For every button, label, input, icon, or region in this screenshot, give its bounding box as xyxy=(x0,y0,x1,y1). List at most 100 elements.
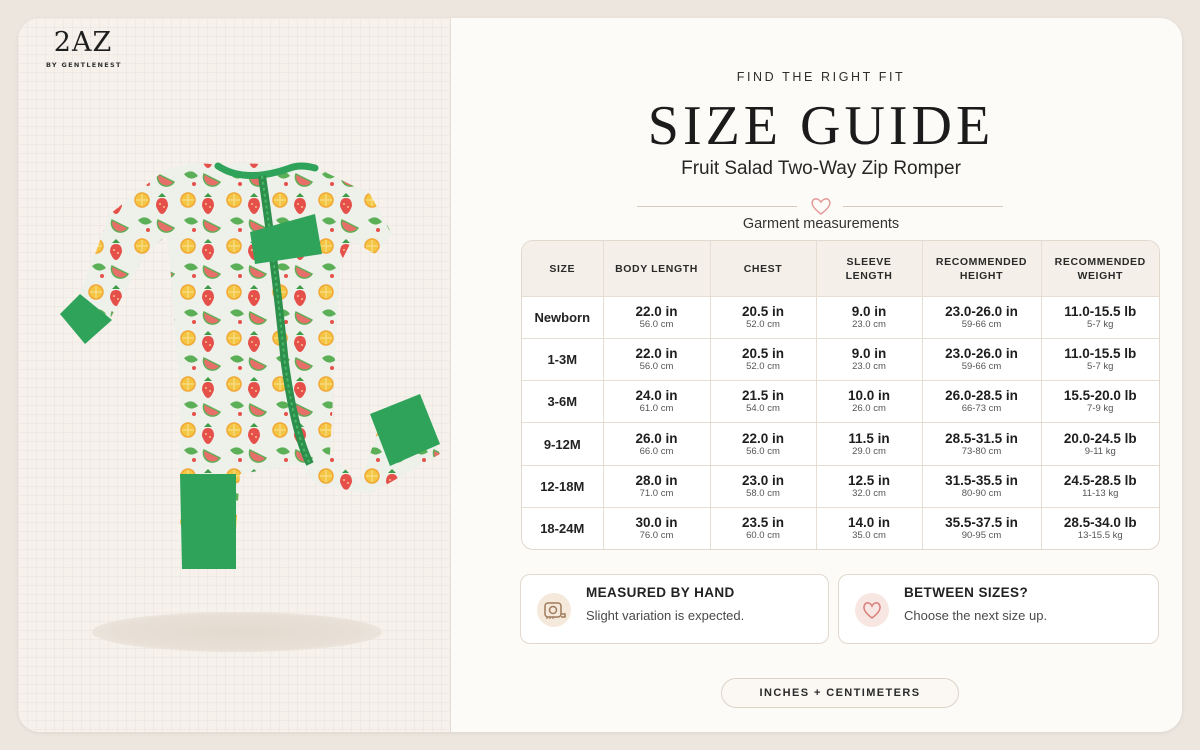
size-guide-panel: FIND THE RIGHT FIT SIZE GUIDE Fruit Sala… xyxy=(451,18,1182,732)
romper-image xyxy=(60,162,440,569)
chest-cell: 21.5 in 54.0 cm xyxy=(710,380,817,423)
weight-cell: 11.0-15.5 lb 5-7 kg xyxy=(1041,338,1159,381)
header-sleeve-length: SLEEVE LENGTH xyxy=(816,241,923,297)
cm-value: 52.0 cm xyxy=(746,319,780,331)
table-row: 12-18M 28.0 in 71.0 cm 23.0 in 58.0 cm 12.… xyxy=(522,464,1159,508)
inches-value: 23.5 in xyxy=(741,514,785,530)
between-sizes-note: BETWEEN SIZES? Choose the next size up. xyxy=(838,574,1159,644)
weight-cell: 28.5-34.0 lb 13-15.5 kg xyxy=(1041,506,1159,549)
inches-value: 22.0 in xyxy=(635,304,678,320)
cm-value: 66.0 cm xyxy=(639,445,674,457)
size-cell: 12-18M xyxy=(522,464,604,508)
inches-value: 12.5 in xyxy=(847,472,891,488)
inches-value: 9.0 in xyxy=(851,346,887,362)
pounds-value: 24.5-28.5 lb xyxy=(1063,472,1137,488)
kg-value: 5-7 kg xyxy=(1087,319,1114,331)
cm-value: 61.0 cm xyxy=(639,403,674,415)
cm-value: 29.0 cm xyxy=(852,445,886,457)
tape-measure-icon xyxy=(544,602,566,619)
cm-value: 52.0 cm xyxy=(746,361,780,373)
kg-value: 9-11 kg xyxy=(1084,445,1116,457)
weight-cell: 20.0-24.5 lb 9-11 kg xyxy=(1041,422,1159,466)
weight-cell: 11.0-15.5 lb 5-7 kg xyxy=(1041,295,1159,339)
size-cell: 1-3M xyxy=(522,338,604,381)
chest-cell: 20.5 in 52.0 cm xyxy=(710,338,817,381)
table-header-row: SIZE BODY LENGTH CHEST SLEEVE LENGTH REC… xyxy=(522,241,1159,297)
inches-value: 23.0 in xyxy=(741,472,785,488)
pounds-value: 28.5-34.0 lb xyxy=(1063,514,1137,530)
sleeve-length-cell: 14.0 in 35.0 cm xyxy=(816,506,923,549)
header-recommended-weight: RECOMMENDED WEIGHT xyxy=(1041,241,1159,297)
cm-value: 59-66 cm xyxy=(961,319,1002,331)
size-cell: 3-6M xyxy=(522,380,604,423)
note-icon-circle xyxy=(537,593,571,627)
chest-cell: 23.0 in 58.0 cm xyxy=(710,464,817,508)
brand-tagline: BY GENTLENEST xyxy=(46,61,122,69)
header-size: SIZE xyxy=(522,241,604,297)
body-length-cell: 22.0 in 56.0 cm xyxy=(603,338,711,381)
height-cell: 28.5-31.5 in 73-80 cm xyxy=(922,422,1042,466)
inches-value: 9.0 in xyxy=(851,304,887,320)
cm-value: 59-66 cm xyxy=(961,361,1002,373)
header-body-length: BODY LENGTH xyxy=(603,241,711,297)
eyebrow-text: FIND THE RIGHT FIT xyxy=(736,70,906,84)
inches-value: 22.0 in xyxy=(741,430,785,446)
body-length-cell: 28.0 in 71.0 cm xyxy=(603,464,711,508)
size-guide-card: 2AZ BY GENTLENEST FIND THE RIGHT FIT SIZ… xyxy=(18,18,1182,732)
cm-value: 23.0 cm xyxy=(852,361,886,373)
inches-value: 35.5-37.5 in xyxy=(945,514,1018,530)
cm-value: 90-95 cm xyxy=(961,529,1002,541)
brand-logo: 2AZ BY GENTLENEST xyxy=(46,26,120,69)
heart-icon xyxy=(811,198,831,215)
inches-value: 24.0 in xyxy=(635,388,678,404)
inches-value: 28.0 in xyxy=(635,472,678,488)
inches-value: 30.0 in xyxy=(635,514,678,530)
table-row: 18-24M 30.0 in 76.0 cm 23.5 in 60.0 cm 14.… xyxy=(522,506,1159,549)
page-title: SIZE GUIDE xyxy=(647,95,995,157)
inches-value: 20.5 in xyxy=(741,304,785,320)
cm-value: 71.0 cm xyxy=(639,487,674,499)
table-row: 3-6M 24.0 in 61.0 cm 21.5 in 54.0 cm 10.0 … xyxy=(522,380,1159,423)
kg-value: 7-9 kg xyxy=(1087,403,1114,415)
size-table: SIZE BODY LENGTH CHEST SLEEVE LENGTH REC… xyxy=(521,240,1160,550)
height-cell: 31.5-35.5 in 80-90 cm xyxy=(922,464,1042,508)
measured-by-hand-note: MEASURED BY HAND Slight variation is exp… xyxy=(520,574,829,644)
body-length-cell: 24.0 in 61.0 cm xyxy=(603,380,711,423)
table-caption: Garment measurements xyxy=(742,216,900,232)
cm-value: 80-90 cm xyxy=(961,487,1002,499)
inches-value: 26.0-28.5 in xyxy=(945,388,1018,404)
sleeve-length-cell: 9.0 in 23.0 cm xyxy=(816,338,923,381)
inches-value: 28.5-31.5 in xyxy=(945,430,1018,446)
inches-value: 22.0 in xyxy=(635,346,678,362)
inches-value: 23.0-26.0 in xyxy=(945,304,1018,320)
chest-cell: 22.0 in 56.0 cm xyxy=(710,422,817,466)
kg-value: 11-13 kg xyxy=(1082,487,1119,499)
heart-icon xyxy=(863,602,881,620)
cm-value: 73-80 cm xyxy=(961,445,1002,457)
size-cell: 9-12M xyxy=(522,422,604,466)
sleeve-length-cell: 10.0 in 26.0 cm xyxy=(816,380,923,423)
inches-value: 31.5-35.5 in xyxy=(945,472,1018,488)
cm-value: 58.0 cm xyxy=(746,487,780,499)
cm-value: 35.0 cm xyxy=(852,529,886,541)
table-row: Newborn 22.0 in 56.0 cm 20.5 in 52.0 cm 9.… xyxy=(522,295,1159,339)
cm-value: 56.0 cm xyxy=(639,319,674,331)
size-cell: Newborn xyxy=(522,295,604,339)
divider-left xyxy=(637,206,797,207)
cm-value: 23.0 cm xyxy=(852,319,886,331)
cm-value: 60.0 cm xyxy=(746,529,780,541)
size-cell: 18-24M xyxy=(522,506,604,549)
weight-cell: 24.5-28.5 lb 11-13 kg xyxy=(1041,464,1159,508)
kg-value: 5-7 kg xyxy=(1087,361,1114,373)
units-toggle-button[interactable]: INCHES + CENTIMETERS xyxy=(721,678,959,708)
cm-value: 26.0 cm xyxy=(852,403,886,415)
kg-value: 13-15.5 kg xyxy=(1077,529,1123,541)
body-length-cell: 22.0 in 56.0 cm xyxy=(603,295,711,339)
inches-value: 11.5 in xyxy=(848,430,890,446)
cm-value: 32.0 cm xyxy=(852,487,886,499)
product-shadow xyxy=(92,612,382,652)
header-recommended-height: RECOMMENDED HEIGHT xyxy=(922,241,1042,297)
cm-value: 66-73 cm xyxy=(961,403,1002,415)
height-cell: 23.0-26.0 in 59-66 cm xyxy=(922,338,1042,381)
height-cell: 35.5-37.5 in 90-95 cm xyxy=(922,506,1042,549)
